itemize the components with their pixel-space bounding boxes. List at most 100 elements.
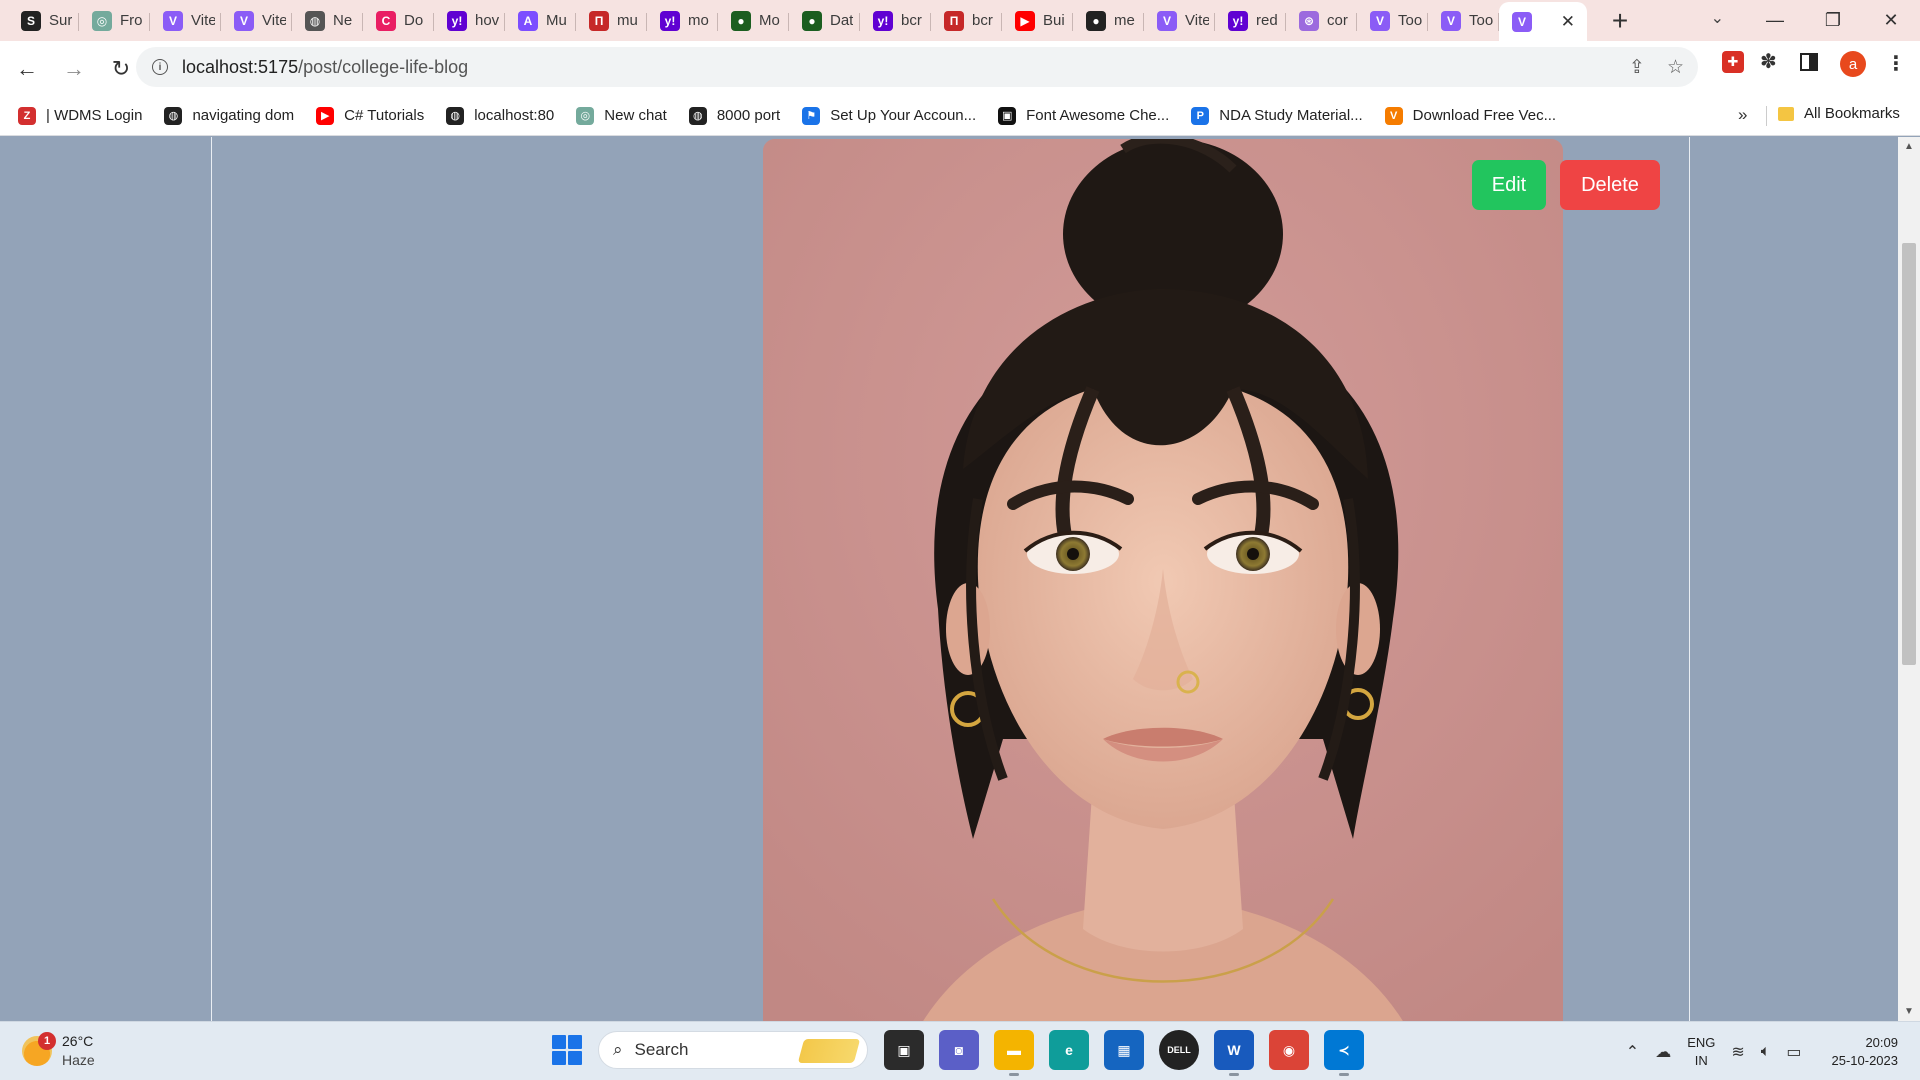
page-scrollbar[interactable]: ▲ ▼	[1898, 137, 1920, 1021]
dell-icon[interactable]: DELL	[1159, 1030, 1199, 1070]
site-info-icon[interactable]: i	[152, 59, 168, 75]
browser-tab[interactable]: y! red	[1215, 4, 1286, 38]
tab-title: mu	[617, 12, 638, 29]
github-icon: ●	[1086, 10, 1106, 31]
chrome-icon[interactable]: ◉	[1269, 1030, 1309, 1070]
app-icon: П	[589, 10, 609, 31]
bookmark-item[interactable]: V Download Free Vec...	[1384, 106, 1556, 125]
browser-tab[interactable]: ◍ Ne	[292, 4, 363, 38]
bookmark-item[interactable]: ◍ 8000 port	[688, 106, 780, 125]
clock[interactable]: 20:09 25-10-2023	[1832, 1034, 1899, 1070]
browser-tab[interactable]: y! bcr	[860, 4, 931, 38]
bookmark-label: New chat	[604, 107, 667, 124]
weather-icon: 1	[22, 1032, 56, 1066]
browser-tab[interactable]: ● Dat	[789, 4, 860, 38]
file-explorer-icon[interactable]: ▬	[994, 1030, 1034, 1076]
browser-tab[interactable]: ▶ Bui	[1002, 4, 1073, 38]
minimize-button[interactable]: —	[1746, 10, 1804, 31]
bookmark-item[interactable]: P NDA Study Material...	[1191, 106, 1363, 125]
volume-icon[interactable]: 🔈︎	[1761, 1043, 1771, 1061]
windows-start-icon[interactable]	[552, 1035, 582, 1065]
tab-title: Mo	[759, 12, 780, 29]
teams-chat-icon[interactable]: ◙	[939, 1030, 979, 1070]
onedrive-icon[interactable]: ☁	[1655, 1042, 1671, 1062]
scroll-up-arrow-icon[interactable]: ▲	[1904, 141, 1914, 152]
browser-tab[interactable]: Пbcr	[931, 4, 1002, 38]
browser-menu-icon[interactable]: ⋮	[1886, 51, 1906, 76]
tab-list: S Sur ◎ Fro V Vite V Vite ◍ Ne C Do y! hov A Mu Пmu y! mo ●…	[0, 0, 1635, 41]
address-bar[interactable]: i localhost:5175/post/college-life-blog …	[136, 47, 1698, 87]
active-browser-tab[interactable]: V ✕	[1499, 2, 1587, 41]
globe-icon: ◍	[164, 106, 183, 125]
vecteezy-icon: V	[1384, 106, 1403, 125]
clock-date: 25-10-2023	[1831, 1053, 1899, 1068]
browser-tab[interactable]: ⊛ cor	[1286, 4, 1357, 38]
tab-title: Ne	[333, 12, 353, 29]
battery-icon[interactable]: ▭	[1786, 1042, 1801, 1062]
extensions-puzzle-icon[interactable]: ✽	[1760, 49, 1777, 74]
back-button[interactable]: ←	[7, 49, 47, 89]
browser-tab[interactable]: V Vite	[1144, 4, 1215, 38]
new-tab-button[interactable]: +	[1605, 5, 1635, 37]
browser-tab[interactable]: C Do	[363, 4, 434, 38]
weather-widget[interactable]: 1 26°C Haze	[22, 1032, 95, 1070]
vite-icon: V	[1157, 10, 1177, 31]
taskbar-search[interactable]: ⌕ Search	[598, 1031, 868, 1069]
all-bookmarks-button[interactable]: All Bookmarks	[1778, 105, 1900, 122]
scrollbar-thumb[interactable]	[1902, 243, 1916, 665]
bookmark-item[interactable]: Z | WDMS Login	[18, 106, 143, 125]
vscode-icon[interactable]: ≺	[1324, 1030, 1364, 1076]
bookmark-item[interactable]: ⚑ Set Up Your Accoun...	[802, 106, 976, 125]
tab-search-icon[interactable]: ⌄	[1711, 8, 1724, 28]
restore-button[interactable]: ❐	[1804, 10, 1862, 31]
bookmark-item[interactable]: ▣ Font Awesome Che...	[998, 106, 1169, 125]
profile-avatar[interactable]: a	[1840, 51, 1866, 77]
bookmark-label: | WDMS Login	[46, 107, 143, 124]
edit-button[interactable]: Edit	[1472, 160, 1546, 210]
bookmark-item[interactable]: ◎ New chat	[576, 106, 667, 125]
browser-tab[interactable]: V Too	[1428, 4, 1499, 38]
mongodb-icon: ●	[731, 10, 751, 31]
browser-tab[interactable]: V Too	[1357, 4, 1428, 38]
browser-tab[interactable]: ◎ Fro	[79, 4, 150, 38]
forward-button[interactable]: →	[54, 49, 94, 89]
bookmark-item[interactable]: ▶ C# Tutorials	[316, 106, 424, 125]
scroll-down-arrow-icon[interactable]: ▼	[1904, 1006, 1914, 1017]
chevron-up-icon[interactable]: ⌃	[1626, 1042, 1639, 1062]
side-panel-icon[interactable]	[1800, 53, 1818, 71]
vite-icon: V	[1441, 10, 1461, 31]
close-window-button[interactable]: ✕	[1862, 10, 1920, 31]
browser-tab[interactable]: y! mo	[647, 4, 718, 38]
bookmark-item[interactable]: ◍ localhost:80	[446, 106, 554, 125]
taskbar-center: ⌕ Search ▣ ◙ ▬ e ▦ DELL W ◉ ≺	[552, 1030, 1364, 1076]
tab-title: bcr	[901, 12, 922, 29]
share-icon[interactable]: ⇪	[1629, 56, 1645, 79]
browser-tab[interactable]: y! hov	[434, 4, 505, 38]
reload-button[interactable]: ↻	[101, 49, 141, 89]
task-view-icon[interactable]: ▣	[884, 1030, 924, 1070]
close-tab-icon[interactable]: ✕	[1561, 12, 1581, 32]
edge-icon[interactable]: e	[1049, 1030, 1089, 1070]
more-bookmarks-button[interactable]: »	[1738, 105, 1747, 125]
delete-button[interactable]: Delete	[1560, 160, 1660, 210]
tab-title: Too	[1469, 12, 1493, 29]
search-label: Search	[634, 1040, 689, 1059]
browser-tab[interactable]: Пmu	[576, 4, 647, 38]
browser-tab[interactable]: ● Mo	[718, 4, 789, 38]
browser-tab[interactable]: V Vite	[221, 4, 292, 38]
browser-tab[interactable]: S Sur	[8, 4, 79, 38]
bookmark-item[interactable]: ◍ navigating dom	[164, 106, 294, 125]
language-indicator[interactable]: ENG IN	[1687, 1034, 1715, 1070]
browser-tab[interactable]: ● me	[1073, 4, 1144, 38]
microsoft-store-icon[interactable]: ▦	[1104, 1030, 1144, 1070]
bookmark-star-icon[interactable]: ☆	[1667, 56, 1684, 79]
yahoo-icon: y!	[1228, 10, 1248, 31]
url-text[interactable]: localhost:5175/post/college-life-blog	[182, 57, 468, 78]
extension-icon[interactable]: ✚	[1722, 51, 1744, 73]
browser-tab[interactable]: A Mu	[505, 4, 576, 38]
search-highlight-icon	[797, 1039, 861, 1063]
wifi-icon[interactable]: ≋	[1731, 1042, 1744, 1062]
bookmarks-divider	[1766, 106, 1767, 126]
browser-tab[interactable]: V Vite	[150, 4, 221, 38]
word-icon[interactable]: W	[1214, 1030, 1254, 1076]
